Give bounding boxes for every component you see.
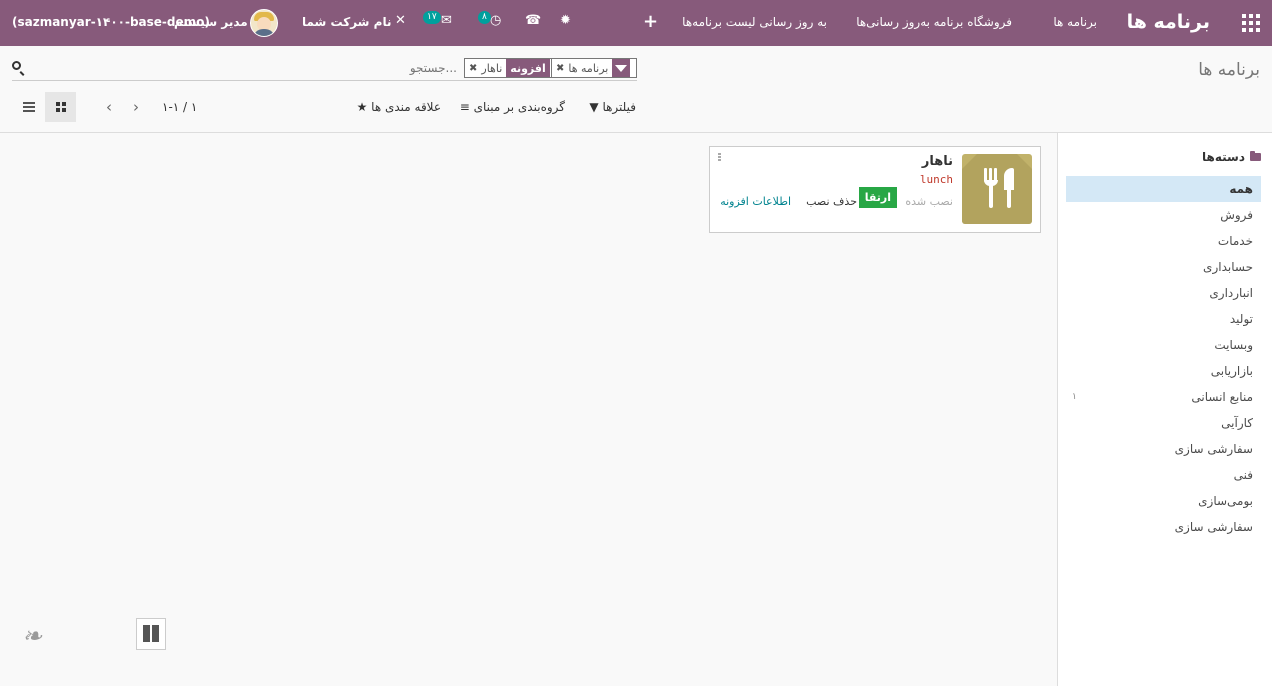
category-item-all[interactable]: همه bbox=[1066, 176, 1261, 202]
watermark-logo: ❧︎ bbox=[20, 618, 170, 662]
category-item-website[interactable]: وبسایت bbox=[1066, 332, 1261, 358]
plus-icon[interactable]: + bbox=[643, 11, 658, 32]
clock-icon[interactable]: ◷ ۸ bbox=[478, 11, 501, 28]
category-item-services[interactable]: خدمات bbox=[1066, 228, 1261, 254]
company-switch-icon[interactable]: ✕ bbox=[395, 13, 406, 28]
filters-button[interactable]: ▼ فیلترها bbox=[589, 100, 636, 114]
uninstall-button[interactable]: حذف نصب bbox=[806, 195, 857, 208]
star-icon: ★ bbox=[356, 100, 368, 114]
company-name[interactable]: نام شرکت شما bbox=[302, 15, 391, 29]
database-name: (sazmanyar-۱۴۰۰-base-demo) bbox=[12, 15, 210, 29]
app-icon bbox=[962, 154, 1032, 224]
chevron-left-icon[interactable]: ‹ bbox=[100, 98, 118, 116]
category-sidepanel: دسته‌ها همه فروش خدمات حسابداری انباردار… bbox=[1057, 133, 1272, 686]
list-icon: ≡ bbox=[459, 100, 470, 114]
filter-icon: ▼ bbox=[589, 100, 599, 114]
messages-badge: ۱۷ bbox=[423, 11, 441, 24]
avatar[interactable] bbox=[250, 9, 278, 37]
top-navbar: برنامه ها برنامه ها فروشگاه برنامه به‌رو… bbox=[0, 0, 1272, 46]
close-icon[interactable]: ✖ bbox=[552, 63, 564, 74]
category-count: ۱ bbox=[1072, 392, 1077, 402]
category-item-hr[interactable]: منابع انسانی ۱ bbox=[1066, 384, 1261, 410]
category-item-localization[interactable]: بومی‌سازی bbox=[1066, 488, 1261, 514]
bug-icon[interactable]: ✹ bbox=[560, 13, 571, 28]
menu-update-apps-list[interactable]: به روز رسانی لیست برنامه‌ها bbox=[682, 15, 827, 29]
menu-app-store[interactable]: فروشگاه برنامه bbox=[934, 15, 1012, 29]
kanban-icon bbox=[56, 102, 66, 112]
app-technical-name: lunch bbox=[919, 173, 953, 186]
folder-icon bbox=[1250, 151, 1261, 161]
breadcrumb: برنامه ها bbox=[1198, 60, 1260, 80]
messages-icon[interactable]: ✉ ۱۷ bbox=[423, 11, 452, 28]
category-item-customization-2[interactable]: سفارشی سازی bbox=[1066, 514, 1261, 540]
search-bar[interactable]: ✖ برنامه ها ✖ ناهار افزونه ✖ برنامه ها bbox=[12, 58, 637, 81]
kanban-view-button[interactable] bbox=[45, 92, 76, 122]
chevron-right-icon[interactable]: › bbox=[127, 98, 145, 116]
fork-icon bbox=[984, 168, 998, 208]
app-card[interactable]: ناهار lunch نصب شده ارتقا حذف نصب اطلاعا… bbox=[709, 146, 1041, 233]
list-view-button[interactable] bbox=[14, 92, 45, 122]
search-icon[interactable] bbox=[12, 61, 21, 70]
search-facet-module: ✖ ناهار افزونه bbox=[464, 58, 550, 78]
menu-apps[interactable]: برنامه ها bbox=[1053, 15, 1097, 29]
app-title: ناهار bbox=[921, 154, 953, 169]
apps-menu-icon[interactable] bbox=[1242, 14, 1260, 32]
category-item-marketing[interactable]: بازاریابی bbox=[1066, 358, 1261, 384]
upgrade-button[interactable]: ارتقا bbox=[858, 187, 897, 208]
category-item-inventory[interactable]: انبارداری bbox=[1066, 280, 1261, 306]
favorites-button[interactable]: ★ علاقه مندی ها bbox=[357, 100, 441, 114]
category-item-technical[interactable]: فنی bbox=[1066, 462, 1261, 488]
search-input[interactable] bbox=[235, 60, 459, 76]
category-item-customization[interactable]: سفارشی سازی bbox=[1066, 436, 1261, 462]
groupby-button[interactable]: ≡ گروه‌بندی بر مبنای bbox=[460, 100, 565, 114]
category-title: دسته‌ها bbox=[1202, 150, 1245, 164]
kebab-menu-icon[interactable] bbox=[718, 153, 721, 162]
pager-value[interactable]: ۱-۱ / ۱ bbox=[162, 100, 197, 114]
phone-icon[interactable]: ☎ bbox=[525, 13, 541, 28]
knife-icon bbox=[1004, 168, 1014, 208]
close-icon[interactable]: ✖ bbox=[465, 63, 477, 74]
menu-updates[interactable]: به‌روز رسانی‌ها bbox=[856, 15, 930, 29]
logo-icon bbox=[136, 618, 166, 650]
category-item-accounting[interactable]: حسابداری bbox=[1066, 254, 1261, 280]
module-info-link[interactable]: اطلاعات افزونه bbox=[720, 195, 791, 208]
category-item-sales[interactable]: فروش bbox=[1066, 202, 1261, 228]
list-icon bbox=[23, 102, 35, 112]
app-brand[interactable]: برنامه ها bbox=[1127, 11, 1210, 33]
watermark-script: ❧︎ bbox=[22, 622, 43, 650]
activity-badge: ۸ bbox=[478, 11, 491, 24]
search-facet-apps: ✖ برنامه ها bbox=[551, 58, 637, 78]
filter-icon bbox=[615, 64, 628, 72]
category-item-manufacturing[interactable]: تولید bbox=[1066, 306, 1261, 332]
installed-label: نصب شده bbox=[905, 195, 953, 208]
category-item-productivity[interactable]: کارآیی bbox=[1066, 410, 1261, 436]
